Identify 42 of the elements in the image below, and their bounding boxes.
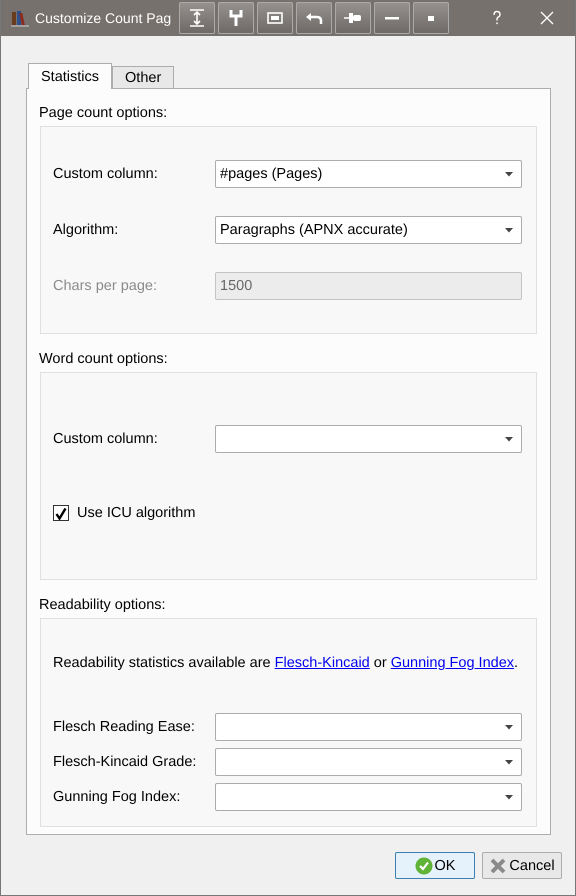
dropdown[interactable]: Paragraphs (APNX accurate) [215,216,522,244]
dropdown-arrow-icon [505,172,513,176]
field-label: Algorithm: [53,222,120,238]
dropdown-arrow-icon [505,760,513,764]
field-label: Chars per page: [53,278,158,294]
checkbox-label: Use ICU algorithm [77,505,196,521]
dropdown-arrow-icon [505,794,513,800]
tab[interactable]: Statistics [28,63,112,89]
link[interactable]: Gunning Fog Index [390,655,514,671]
field-label: Custom column: [53,431,159,447]
checkbox[interactable] [53,505,69,521]
dropdown-arrow-icon [505,724,513,730]
group-title: Word count options: [39,350,169,369]
square-icon [428,16,434,20]
wrench-button[interactable] [218,2,254,34]
group-title: Readability options: [39,596,167,615]
pin-button[interactable] [335,2,372,34]
checkmark-icon [414,856,433,874]
dropdown[interactable]: #pages (Pages) [215,160,522,188]
undo-button[interactable] [296,2,332,34]
close-icon [540,11,554,25]
minimize-button[interactable] [374,2,410,34]
help-icon [491,10,503,26]
link[interactable]: Flesch-Kincaid [274,655,370,671]
tab[interactable]: Other [112,66,174,88]
resize-button[interactable] [179,2,216,34]
info-text: Readability statistics available are Flesch-Kincaid or Gunning Fog Index. [53,655,518,671]
books-icon [11,9,29,27]
square-button[interactable] [413,2,450,34]
window-button[interactable] [257,2,294,34]
field-label: Custom column: [53,166,159,182]
field-label: Gunning Fog Index: [53,789,182,805]
window-title: Customize Count Pag [35,10,172,26]
x-icon [489,856,508,874]
group-title: Page count options: [39,104,168,123]
dropdown-arrow-icon [505,228,513,232]
ok-button[interactable]: OK [395,852,475,879]
cancel-button[interactable]: Cancel [482,852,562,879]
minimize-icon [385,16,400,20]
field-label: Flesch Reading Ease: [53,719,196,735]
field-label: Flesch-Kincaid Grade: [53,754,198,770]
dropdown-arrow-icon [505,436,513,442]
